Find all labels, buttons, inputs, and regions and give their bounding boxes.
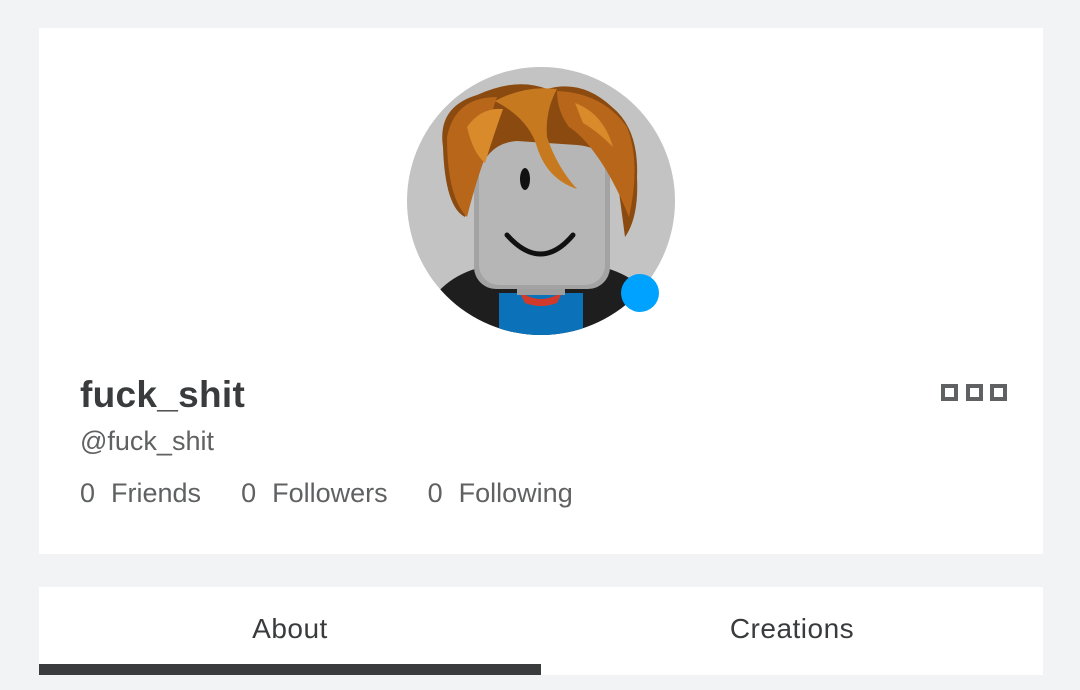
more-options-dot bbox=[990, 383, 1007, 401]
followers-stat[interactable]: 0 Followers bbox=[241, 478, 388, 509]
friends-stat[interactable]: 0 Friends bbox=[80, 478, 201, 509]
following-stat[interactable]: 0 Following bbox=[428, 478, 573, 509]
tab-about-label: About bbox=[252, 613, 328, 644]
following-label: Following bbox=[458, 478, 573, 508]
active-tab-indicator bbox=[39, 664, 541, 675]
tab-creations-label: Creations bbox=[729, 613, 855, 644]
username: @fuck_shit bbox=[80, 426, 214, 456]
display-name: fuck_shit bbox=[80, 374, 246, 415]
followers-count: 0 bbox=[241, 478, 257, 508]
more-options-dot bbox=[965, 383, 983, 401]
more-options-icon[interactable] bbox=[941, 380, 1007, 404]
friends-count: 0 bbox=[80, 478, 96, 508]
friends-label: Friends bbox=[111, 478, 202, 508]
profile-tabs: About Creations bbox=[39, 587, 1043, 675]
tab-creations[interactable]: Creations bbox=[541, 587, 1043, 675]
profile-header-card: fuck_shit @fuck_shit 0 Friends 0 Followe… bbox=[39, 28, 1043, 554]
online-status-indicator bbox=[621, 274, 659, 312]
followers-label: Followers bbox=[272, 478, 388, 508]
avatar-container[interactable] bbox=[407, 67, 675, 335]
social-stats: 0 Friends 0 Followers 0 Following bbox=[80, 478, 613, 509]
following-count: 0 bbox=[427, 478, 443, 508]
more-options-dot bbox=[941, 383, 958, 401]
tab-about[interactable]: About bbox=[39, 587, 541, 675]
